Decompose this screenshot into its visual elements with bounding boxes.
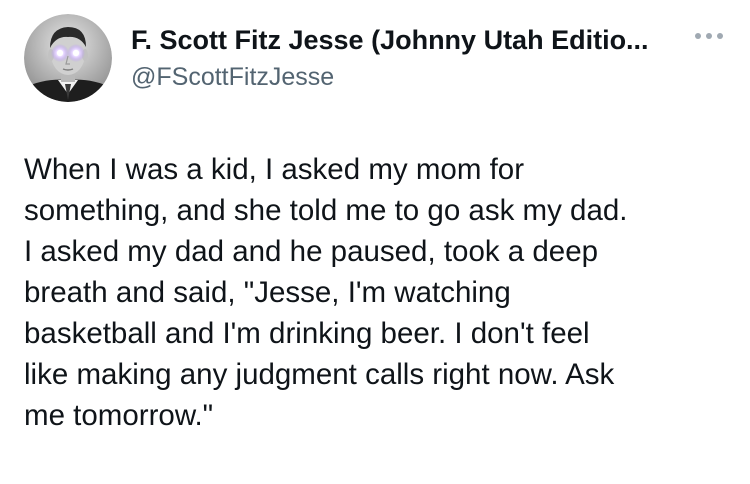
author-display-name[interactable]: F. Scott Fitz Jesse (Johnny Utah Editio.… [131,22,686,58]
tweet-header: F. Scott Fitz Jesse (Johnny Utah Editio.… [131,22,691,92]
tweet-card: F. Scott Fitz Jesse (Johnny Utah Editio.… [0,0,750,484]
author-avatar[interactable] [24,14,112,102]
more-horizontal-icon [695,33,723,39]
more-options-button[interactable] [692,26,726,46]
tweet-text: When I was a kid, I asked my mom for som… [24,153,628,432]
profile-photo-icon [24,14,112,102]
author-handle[interactable]: @FScottFitzJesse [131,62,691,92]
